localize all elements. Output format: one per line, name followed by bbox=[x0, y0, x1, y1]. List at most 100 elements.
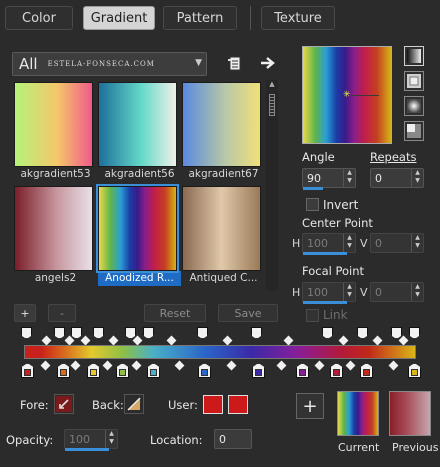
tab-color[interactable]: Color bbox=[5, 6, 73, 30]
color-stop-swatch bbox=[333, 369, 340, 376]
focal-point-label: Focal Point bbox=[302, 264, 365, 278]
opacity-value: 100 bbox=[69, 432, 90, 446]
stepper-arrows-icon[interactable]: ▲ ▼ bbox=[343, 234, 355, 252]
radial-style-button[interactable] bbox=[404, 96, 424, 116]
angle-stepper[interactable]: 90 ▲ ▼ bbox=[302, 168, 356, 190]
scroll-up-icon[interactable]: ▲ bbox=[266, 80, 278, 90]
arrow-right-icon[interactable] bbox=[258, 53, 278, 73]
center-v-label: V bbox=[360, 237, 368, 250]
color-stop-swatch bbox=[24, 369, 31, 376]
gradient-item-angels2[interactable]: angels2 bbox=[14, 186, 97, 286]
add-to-library-button[interactable]: + bbox=[296, 393, 324, 419]
previous-label: Previous bbox=[392, 441, 439, 454]
gradient-item-anodized-rainbow[interactable]: Anodized R... bbox=[96, 184, 181, 286]
fore-label: Fore: bbox=[20, 398, 49, 412]
center-point-label: Center Point bbox=[302, 216, 373, 230]
library-row: All ESTELA-FONSECA.COM ▼ bbox=[12, 52, 280, 76]
invert-label: Invert bbox=[323, 198, 359, 212]
opacity-stepper[interactable]: 100 ▲ ▼ bbox=[64, 429, 118, 451]
category-dropdown[interactable]: All ESTELA-FONSECA.COM ▼ bbox=[12, 52, 207, 76]
gradient-swatch bbox=[98, 82, 177, 167]
user-color-swatch-1[interactable] bbox=[203, 395, 223, 414]
scrollbar-thumb[interactable] bbox=[269, 94, 275, 116]
gradient-swatch bbox=[14, 82, 93, 167]
gradient-item-label: angels2 bbox=[34, 272, 77, 284]
tab-separator bbox=[250, 6, 251, 30]
remove-gradient-button[interactable]: - bbox=[48, 304, 76, 322]
color-stop-swatch bbox=[90, 369, 97, 376]
linear-style-button[interactable] bbox=[404, 46, 424, 66]
color-stop-swatch bbox=[299, 369, 306, 376]
focal-v-label: V bbox=[360, 286, 368, 299]
sunburst-style-button[interactable] bbox=[404, 121, 424, 141]
link-checkbox[interactable] bbox=[306, 309, 319, 322]
link-label: Link bbox=[323, 308, 348, 322]
gradient-item-akgradient56[interactable]: akgradient56 bbox=[98, 82, 181, 182]
focal-h-slider-bar[interactable] bbox=[303, 301, 347, 304]
opacity-slider-bar[interactable] bbox=[65, 448, 109, 451]
rectangular-style-button[interactable] bbox=[404, 71, 424, 91]
location-value: 0 bbox=[219, 432, 226, 446]
tab-pattern[interactable]: Pattern bbox=[163, 6, 237, 30]
previous-gradient-preview[interactable] bbox=[389, 391, 431, 436]
gradient-bar[interactable] bbox=[24, 345, 416, 359]
file-list-icon[interactable] bbox=[224, 54, 244, 74]
color-stop-swatch bbox=[411, 369, 418, 376]
focal-v-stepper[interactable]: 0 ▲ ▼ bbox=[370, 282, 424, 302]
color-stop-swatch bbox=[60, 369, 67, 376]
repeats-stepper[interactable]: 0 ▲ ▼ bbox=[370, 168, 424, 188]
current-gradient-preview bbox=[337, 391, 379, 436]
gradient-item-akgradient53[interactable]: akgradient53 bbox=[14, 82, 97, 182]
stepper-arrows-icon[interactable]: ▲ ▼ bbox=[343, 169, 355, 187]
color-stop-swatch bbox=[150, 369, 157, 376]
angle-slider-bar[interactable] bbox=[303, 187, 323, 190]
angle-handle-line[interactable] bbox=[351, 95, 379, 96]
category-value: All bbox=[19, 55, 38, 73]
center-v-value: 0 bbox=[375, 236, 382, 250]
current-label: Current bbox=[338, 441, 380, 454]
location-field[interactable]: 0 bbox=[214, 429, 252, 449]
stepper-arrows-icon[interactable]: ▲ ▼ bbox=[411, 169, 423, 187]
gradient-preview[interactable]: ✳ bbox=[302, 46, 392, 144]
gradient-item-label: akgradient67 bbox=[188, 168, 259, 180]
gradient-item-label: akgradient53 bbox=[20, 168, 91, 180]
gradient-item-antiqued-copper[interactable]: Antiqued C... bbox=[182, 186, 265, 286]
save-button[interactable]: Save bbox=[218, 304, 278, 322]
angle-label: Angle bbox=[302, 150, 335, 164]
opacity-label: Opacity: bbox=[6, 433, 54, 447]
center-h-stepper[interactable]: 100 ▲ ▼ bbox=[302, 233, 356, 255]
color-stop-swatch bbox=[201, 369, 208, 376]
focal-h-stepper[interactable]: 100 ▲ ▼ bbox=[302, 282, 356, 304]
gradient-item-label: Anodized R... bbox=[98, 271, 181, 286]
focal-v-value: 0 bbox=[375, 285, 382, 299]
location-label: Location: bbox=[150, 433, 203, 447]
color-stop-swatch bbox=[119, 369, 126, 376]
center-v-stepper[interactable]: 0 ▲ ▼ bbox=[370, 233, 424, 253]
repeats-label: Repeats bbox=[370, 150, 417, 164]
back-label: Back: bbox=[92, 398, 124, 412]
color-stop-swatch bbox=[363, 369, 370, 376]
stepper-arrows-icon[interactable]: ▲ ▼ bbox=[105, 430, 117, 448]
add-gradient-button[interactable]: + bbox=[14, 304, 36, 322]
gradient-swatch bbox=[96, 184, 179, 273]
gradient-item-label: akgradient56 bbox=[104, 168, 175, 180]
center-h-label: H bbox=[292, 237, 301, 250]
gradient-item-label: Antiqued C... bbox=[189, 272, 258, 284]
focal-h-label: H bbox=[292, 286, 301, 299]
reset-button[interactable]: Reset bbox=[144, 304, 206, 322]
focal-h-value: 100 bbox=[307, 285, 328, 299]
stepper-arrows-icon[interactable]: ▲ ▼ bbox=[411, 234, 423, 252]
tab-texture[interactable]: Texture bbox=[261, 6, 335, 30]
invert-checkbox[interactable] bbox=[306, 198, 319, 211]
library-scrollbar[interactable]: ▲ bbox=[266, 80, 278, 290]
gradient-item-akgradient67[interactable]: akgradient67 bbox=[182, 82, 265, 182]
back-color-button[interactable] bbox=[124, 394, 144, 414]
stepper-arrows-icon[interactable]: ▲ ▼ bbox=[411, 283, 423, 301]
gradient-swatch bbox=[14, 186, 93, 271]
tab-bar: Color Gradient Pattern Texture bbox=[0, 0, 440, 36]
center-h-slider-bar[interactable] bbox=[303, 252, 347, 255]
stepper-arrows-icon[interactable]: ▲ ▼ bbox=[343, 283, 355, 301]
fore-color-button[interactable] bbox=[54, 394, 74, 414]
user-color-swatch-2[interactable] bbox=[228, 395, 248, 414]
tab-gradient[interactable]: Gradient bbox=[83, 6, 155, 30]
